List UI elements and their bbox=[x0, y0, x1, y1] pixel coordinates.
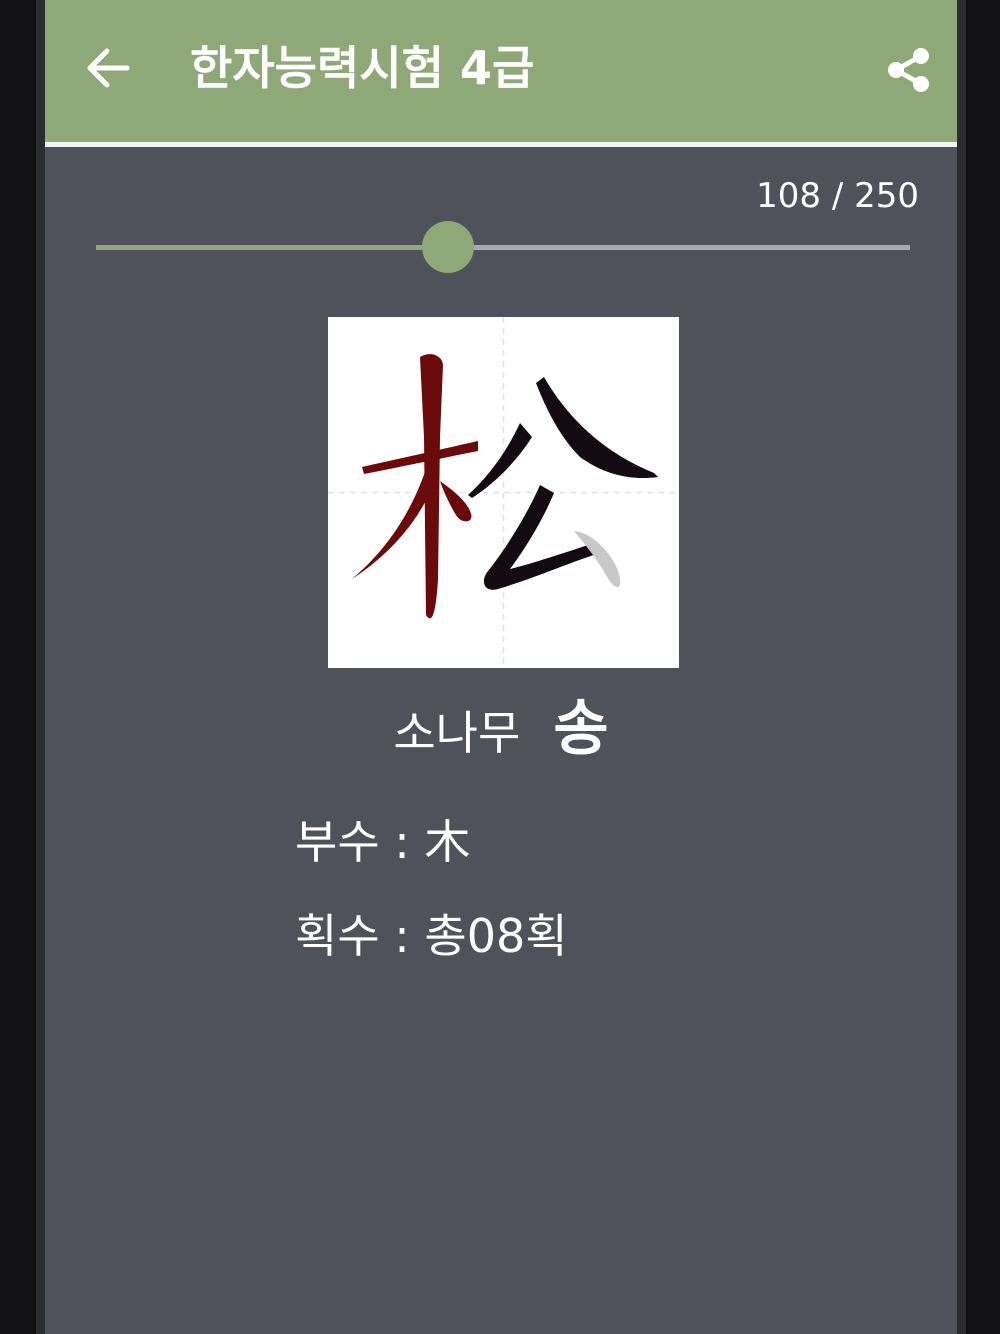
share-icon bbox=[888, 48, 929, 92]
page-title: 한자능력시험 4급 bbox=[190, 41, 535, 95]
stroke-wood-horizontal bbox=[362, 441, 478, 474]
slider-fill bbox=[96, 245, 448, 250]
arrow-left-icon bbox=[87, 48, 130, 88]
stroke-order-canvas bbox=[328, 317, 679, 668]
progress-counter: 108 / 250 bbox=[756, 176, 919, 216]
meaning-line: 소나무 송 bbox=[45, 680, 957, 767]
stroke-wood-right-dot bbox=[440, 481, 472, 522]
strokes-row: 획수 : 총08획 bbox=[295, 909, 568, 963]
app-bar: 한자능력시험 4급 bbox=[45, 0, 957, 142]
stroke-gong-left bbox=[468, 423, 532, 498]
stroke-order-card[interactable] bbox=[328, 317, 679, 668]
device-frame-left bbox=[0, 0, 36, 1334]
slider-thumb[interactable] bbox=[422, 221, 474, 273]
meaning-text: 소나무 bbox=[393, 706, 521, 760]
device-frame-right bbox=[966, 0, 1000, 1334]
device-frame-left-edge bbox=[36, 0, 45, 1334]
app-bar-divider bbox=[45, 142, 957, 147]
reading-text: 송 bbox=[553, 694, 609, 764]
radical-row: 부수 : 木 bbox=[295, 815, 471, 869]
share-button[interactable] bbox=[877, 38, 941, 102]
stroke-gong-right bbox=[536, 377, 658, 479]
back-button[interactable] bbox=[75, 36, 139, 100]
progress-slider[interactable] bbox=[96, 220, 910, 274]
app-screen: 한자능력시험 4급 108 / 250 소나무 송 부수: 木 획수: 총0… bbox=[45, 0, 957, 1334]
device-frame-right-edge bbox=[957, 0, 966, 1334]
